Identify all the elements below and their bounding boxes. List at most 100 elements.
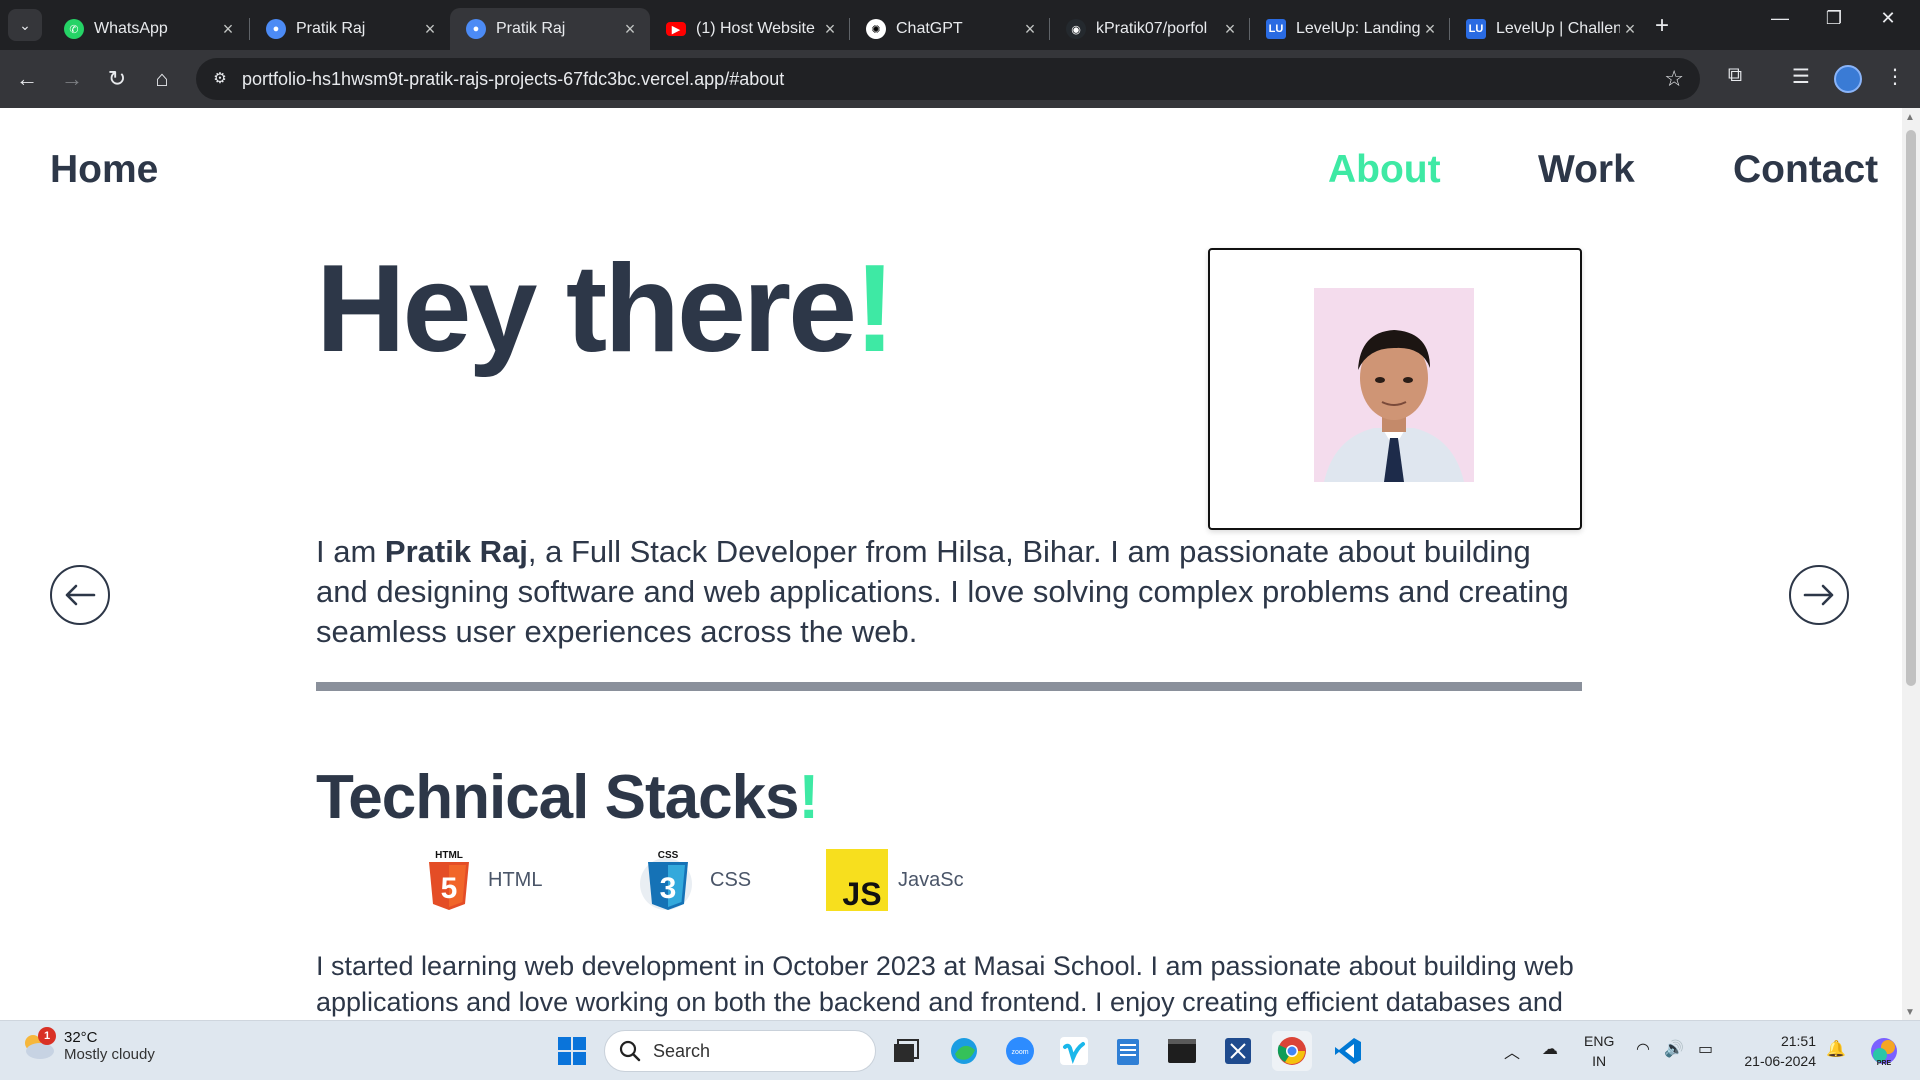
url-text[interactable]: portfolio-hs1hwsm9t-pratik-rajs-projects… <box>242 69 784 90</box>
new-tab-button[interactable]: + <box>1648 12 1676 40</box>
stack-item-html: HTML 5 HTML <box>424 848 542 912</box>
stack-item-javascript: JS JavaSc <box>826 848 964 912</box>
browser-toolbar: ← → ↻ ⌂ ⚙ portfolio-hs1hwsm9t-pratik-raj… <box>0 50 1920 108</box>
close-icon[interactable]: × <box>1420 19 1440 40</box>
tab-levelup-challenge[interactable]: LU LevelUp | Challen × <box>1450 8 1650 50</box>
tab-whatsapp[interactable]: ✆ WhatsApp × <box>48 8 248 50</box>
tab-search-button[interactable]: ⌄ <box>8 9 42 41</box>
taskbar-chrome[interactable] <box>1272 1031 1312 1071</box>
system-clock[interactable]: 21:51 21-06-2024 <box>1736 1031 1816 1071</box>
close-icon[interactable]: × <box>620 19 640 40</box>
battery-icon[interactable]: ▭ <box>1698 1039 1713 1059</box>
youtube-icon: ▶ <box>666 22 686 36</box>
chrome-icon <box>1277 1037 1306 1065</box>
weather-widget[interactable]: 1 32°C Mostly cloudy <box>20 1027 155 1063</box>
tab-chatgpt[interactable]: ✺ ChatGPT × <box>850 8 1050 50</box>
taskbar-copilot[interactable]: PRE <box>1864 1031 1904 1071</box>
page-viewport: Home About Work Contact Hey there! I am … <box>0 108 1902 1020</box>
close-icon: ✕ <box>1880 8 1896 28</box>
tab-pratik-raj-active[interactable]: ● Pratik Raj × <box>450 8 650 50</box>
forward-button[interactable]: → <box>57 64 87 94</box>
taskbar-search[interactable]: Search <box>604 1030 876 1072</box>
chatgpt-icon: ✺ <box>866 19 886 39</box>
minimize-button[interactable]: — <box>1760 8 1800 29</box>
taskbar-task-view[interactable] <box>886 1031 926 1071</box>
previous-button[interactable] <box>50 565 110 625</box>
portrait-illustration <box>1314 288 1474 482</box>
github-icon: ◉ <box>1066 19 1086 39</box>
tab-pratik-raj[interactable]: ● Pratik Raj × <box>250 8 450 50</box>
taskbar-edge[interactable] <box>944 1031 984 1071</box>
site-info-icon[interactable]: ⚙ <box>210 69 230 89</box>
profile-photo <box>1314 288 1474 482</box>
tab-youtube[interactable]: ▶ (1) Host Website × <box>650 8 850 50</box>
vimeo-icon <box>1060 1037 1088 1065</box>
show-hidden-icons-button[interactable]: ︿ <box>1504 1039 1520 1063</box>
snipping-tool-icon <box>1225 1038 1251 1064</box>
bookmark-star-icon[interactable]: ☆ <box>1664 66 1684 92</box>
close-icon[interactable]: × <box>218 19 238 40</box>
task-view-icon <box>894 1039 919 1062</box>
hero-title-accent: ! <box>854 240 895 378</box>
taskbar-terminal[interactable] <box>1162 1031 1202 1071</box>
browser-tab-bar: ⌄ ✆ WhatsApp × ● Pratik Raj × ● Pratik R… <box>0 0 1920 50</box>
restore-button[interactable]: ❐ <box>1814 8 1854 29</box>
taskbar-snipping-tool[interactable] <box>1218 1031 1258 1071</box>
technical-stacks-title-text: Technical Stacks <box>316 763 800 832</box>
taskbar-vimeo[interactable] <box>1054 1031 1094 1071</box>
back-button[interactable]: ← <box>12 64 42 94</box>
notepad-icon <box>1117 1039 1139 1065</box>
taskbar-zoom[interactable]: zoom <box>1000 1031 1040 1071</box>
whatsapp-icon: ✆ <box>64 19 84 39</box>
reload-icon: ↻ <box>107 66 127 91</box>
nav-contact-link[interactable]: Contact <box>1733 148 1878 192</box>
scroll-up-icon[interactable]: ▲ <box>1905 112 1915 123</box>
address-bar[interactable]: ⚙ portfolio-hs1hwsm9t-pratik-rajs-projec… <box>196 58 1700 100</box>
tab-levelup-landing[interactable]: LU LevelUp: Landing × <box>1250 8 1450 50</box>
stack-label-javascript: JavaSc <box>898 868 964 891</box>
profile-avatar[interactable] <box>1834 65 1862 93</box>
nav-home-link[interactable]: Home <box>50 148 158 192</box>
tab-github[interactable]: ◉ kPratik07/porfol × <box>1050 8 1250 50</box>
weather-cloud-icon: 1 <box>20 1027 56 1061</box>
close-icon[interactable]: × <box>1620 19 1640 40</box>
extensions-icon[interactable]: ⧉ <box>1720 64 1750 87</box>
javascript-badge-text: JS <box>842 876 881 911</box>
close-icon[interactable]: × <box>420 19 440 40</box>
next-button[interactable] <box>1789 565 1849 625</box>
notification-bell-icon[interactable]: 🔔 <box>1826 1039 1846 1059</box>
plus-icon: + <box>1654 12 1669 39</box>
wifi-icon[interactable]: ◠ <box>1636 1039 1650 1059</box>
technical-stacks-title: Technical Stacks! <box>316 762 819 833</box>
volume-icon[interactable]: 🔊 <box>1664 1039 1684 1059</box>
user-icon: ● <box>266 19 286 39</box>
reload-button[interactable]: ↻ <box>102 64 132 94</box>
weather-temp: 32°C <box>64 1029 98 1046</box>
close-window-button[interactable]: ✕ <box>1868 8 1908 29</box>
menu-icon[interactable]: ⋮ <box>1880 64 1910 89</box>
search-placeholder: Search <box>653 1040 711 1061</box>
language-indicator[interactable]: ENG IN <box>1584 1031 1614 1071</box>
nav-about-link[interactable]: About <box>1328 148 1441 192</box>
arrow-left-icon <box>65 584 96 606</box>
page-scrollbar[interactable]: ▲ ▼ <box>1902 108 1920 1020</box>
nav-work-link[interactable]: Work <box>1538 148 1635 192</box>
windows-taskbar: 1 32°C Mostly cloudy Search zoom ︿ ☁ ENG… <box>0 1020 1920 1080</box>
start-button[interactable] <box>552 1031 592 1071</box>
css3-glyph-text: 3 <box>660 872 677 905</box>
home-button[interactable]: ⌂ <box>147 64 177 94</box>
onedrive-icon[interactable]: ☁ <box>1542 1039 1558 1059</box>
close-icon[interactable]: × <box>1220 19 1240 40</box>
media-controls-icon[interactable]: ☰ <box>1786 64 1816 89</box>
hero-title-text: Hey there <box>316 240 857 378</box>
close-icon[interactable]: × <box>820 19 840 40</box>
taskbar-notepad[interactable] <box>1108 1031 1148 1071</box>
html5-badge-text: HTML <box>435 850 463 861</box>
scroll-down-icon[interactable]: ▼ <box>1905 1007 1915 1018</box>
close-icon[interactable]: × <box>1020 19 1040 40</box>
taskbar-vscode[interactable] <box>1328 1031 1368 1071</box>
weather-badge: 1 <box>38 1027 56 1045</box>
scrollbar-thumb[interactable] <box>1906 130 1916 686</box>
zoom-icon: zoom <box>1006 1037 1034 1065</box>
stack-label-css: CSS <box>710 868 752 891</box>
